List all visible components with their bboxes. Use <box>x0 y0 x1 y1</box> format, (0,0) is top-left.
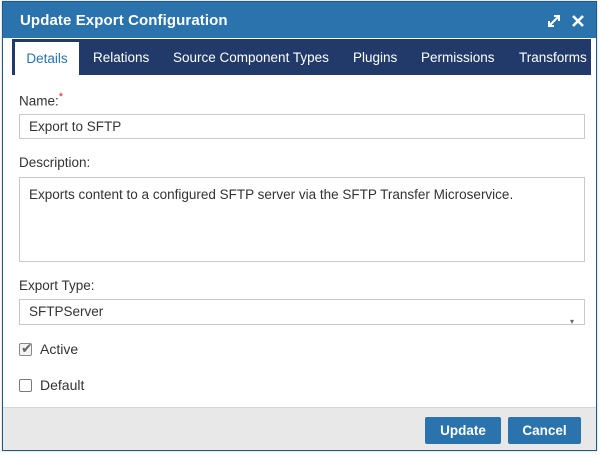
description-field[interactable]: Exports content to a configured SFTP ser… <box>19 177 585 262</box>
cancel-button[interactable]: Cancel <box>508 417 581 444</box>
active-label: Active <box>40 341 79 357</box>
export-type-select[interactable]: SFTPServer ▾ <box>19 299 585 326</box>
tab-source-component-types[interactable]: Source Component Types <box>173 39 329 75</box>
dialog-titlebar: Update Export Configuration <box>3 2 596 38</box>
required-marker: * <box>58 91 64 103</box>
tab-transforms[interactable]: Transforms <box>519 39 587 75</box>
default-label: Default <box>40 377 85 393</box>
tab-permissions[interactable]: Permissions <box>421 39 495 75</box>
dialog-title: Update Export Configuration <box>20 12 228 29</box>
description-label: Description: <box>19 155 91 170</box>
name-label: Name:* <box>19 91 63 109</box>
export-type-value: SFTPServer <box>29 304 104 319</box>
name-field[interactable] <box>19 114 585 139</box>
dialog-footer: Update Cancel <box>3 407 596 450</box>
close-icon[interactable] <box>570 13 586 29</box>
checkmark-icon: ✔ <box>21 339 33 356</box>
update-export-configuration-dialog: Update Export Configuration Details Rela… <box>2 1 597 451</box>
tab-details[interactable]: Details <box>15 39 79 75</box>
active-checkbox-row[interactable]: ✔ Active <box>19 340 78 358</box>
dropdown-arrow-icon: ▾ <box>569 317 574 326</box>
tab-plugins[interactable]: Plugins <box>353 39 397 75</box>
default-checkbox[interactable] <box>19 378 32 392</box>
active-checkbox[interactable]: ✔ <box>19 339 33 356</box>
titlebar-icons <box>546 12 586 30</box>
tab-relations[interactable]: Relations <box>93 39 149 75</box>
name-label-text: Name: <box>19 93 59 109</box>
default-checkbox-row[interactable]: Default <box>19 376 84 394</box>
export-type-label: Export Type: <box>19 278 95 293</box>
update-button[interactable]: Update <box>425 417 501 444</box>
expand-icon[interactable] <box>546 13 562 29</box>
tab-bar: Details Relations Source Component Types… <box>12 39 591 75</box>
